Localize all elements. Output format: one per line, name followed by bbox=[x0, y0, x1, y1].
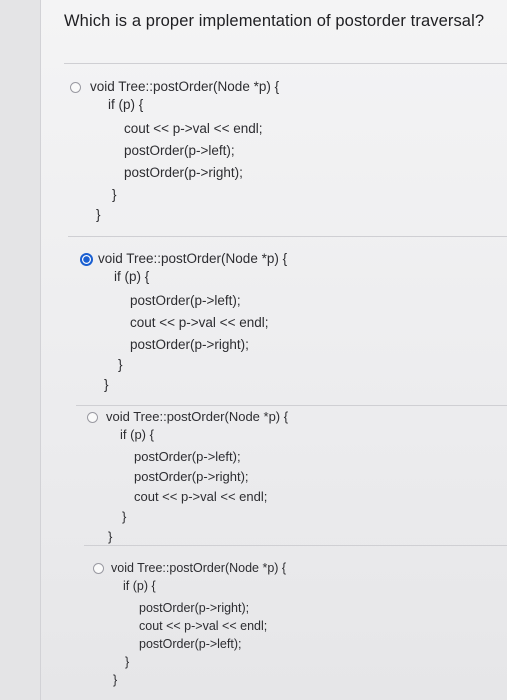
radio-button[interactable] bbox=[93, 563, 104, 574]
code-line: postOrder(p->right); bbox=[124, 165, 243, 180]
code-line: } bbox=[118, 357, 123, 372]
code-line: } bbox=[96, 207, 101, 222]
code-line: cout << p->val << endl; bbox=[130, 315, 269, 330]
code-line: postOrder(p->left); bbox=[139, 637, 242, 651]
code-line: cout << p->val << endl; bbox=[124, 121, 263, 136]
code-line: postOrder(p->left); bbox=[130, 293, 241, 308]
code-line: cout << p->val << endl; bbox=[134, 489, 268, 504]
code-line: postOrder(p->right); bbox=[130, 337, 249, 352]
divider bbox=[84, 545, 507, 546]
code-line: } bbox=[112, 187, 117, 202]
radio-button-selected[interactable] bbox=[80, 253, 93, 266]
code-line: } bbox=[113, 673, 118, 687]
code-line: postOrder(p->left); bbox=[124, 143, 235, 158]
code-line: } bbox=[108, 529, 113, 544]
code-line: postOrder(p->right); bbox=[134, 469, 249, 484]
code-line: postOrder(p->left); bbox=[134, 449, 241, 464]
divider bbox=[68, 236, 507, 237]
code-line: if (p) { bbox=[120, 427, 154, 442]
code-line: } bbox=[122, 509, 127, 524]
code-line: } bbox=[104, 377, 109, 392]
code-line: } bbox=[125, 655, 130, 669]
code-line: if (p) { bbox=[123, 579, 156, 593]
question-text: Which is a proper implementation of post… bbox=[64, 12, 485, 30]
divider bbox=[64, 63, 507, 64]
code-line: if (p) { bbox=[108, 97, 144, 112]
radio-button[interactable] bbox=[70, 82, 81, 93]
radio-button[interactable] bbox=[87, 412, 98, 423]
code-line: if (p) { bbox=[114, 269, 150, 284]
